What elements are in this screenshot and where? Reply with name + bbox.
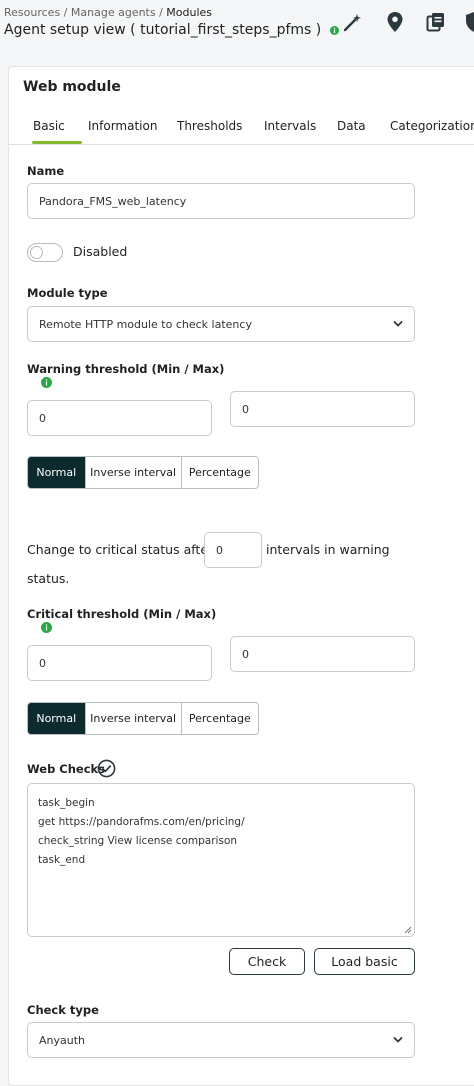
web-checks-textarea[interactable]: task_begin get https://pandorafms.com/en…: [27, 783, 415, 937]
web-checks-line: check_string View license comparison: [38, 835, 238, 847]
module-type-value: Remote HTTP module to check latency: [39, 317, 252, 331]
page-header: Resources / Manage agents / Modules Agen…: [0, 0, 474, 60]
warning-max-input[interactable]: 0: [230, 391, 415, 427]
tab-information[interactable]: Information: [88, 119, 157, 133]
tab-data[interactable]: Data: [337, 119, 366, 133]
breadcrumb: Resources / Manage agents / Modules: [4, 6, 212, 19]
module-type-select[interactable]: Remote HTTP module to check latency: [27, 306, 415, 342]
web-checks-line: task_end: [38, 854, 86, 866]
status-ok-icon: [329, 25, 339, 35]
resize-grip-icon[interactable]: [403, 925, 412, 934]
tab-categorization[interactable]: Categorization: [390, 119, 474, 133]
copy-icon[interactable]: [424, 10, 448, 34]
critical-threshold-label: Critical threshold (Min / Max): [27, 607, 217, 621]
tab-basic[interactable]: Basic: [33, 119, 65, 133]
check-type-label: Check type: [27, 1003, 99, 1017]
critical-max-input[interactable]: 0: [230, 636, 415, 672]
warning-min-input[interactable]: 0: [27, 400, 212, 436]
web-checks-line: get https://pandorafms.com/en/pricing/: [38, 816, 245, 828]
tab-bar: Basic Information Thresholds Intervals D…: [9, 111, 474, 145]
critical-mode-inverse-interval[interactable]: Inverse interval: [86, 703, 182, 734]
page-title-text: Agent setup view ( tutorial_first_steps_…: [4, 22, 322, 38]
panel-title: Web module: [23, 79, 121, 95]
critical-change-suffix: intervals in warning: [266, 542, 390, 557]
warning-mode-percentage[interactable]: Percentage: [182, 457, 258, 488]
critical-change-prefix: Change to critical status after: [27, 542, 214, 557]
disabled-label: Disabled: [73, 244, 128, 259]
info-icon[interactable]: [41, 622, 52, 633]
tab-intervals[interactable]: Intervals: [264, 119, 316, 133]
name-input[interactable]: Pandora_FMS_web_latency: [27, 183, 415, 219]
chevron-down-icon: [393, 321, 403, 327]
load-basic-button[interactable]: Load basic: [314, 948, 415, 975]
critical-change-suffix-2: status.: [27, 571, 70, 586]
critical-mode-selector: Normal Inverse interval Percentage: [27, 702, 259, 735]
breadcrumb-resources[interactable]: Resources: [4, 6, 60, 19]
info-icon[interactable]: [41, 377, 52, 388]
warning-mode-normal[interactable]: Normal: [28, 457, 86, 488]
tab-thresholds[interactable]: Thresholds: [177, 119, 242, 133]
shield-icon[interactable]: [462, 10, 474, 34]
check-circle-icon: [97, 759, 116, 778]
name-label: Name: [27, 164, 65, 178]
web-checks-line: task_begin: [38, 797, 95, 809]
critical-change-interval-input[interactable]: 0: [204, 532, 262, 568]
check-type-value: Anyauth: [39, 1033, 86, 1047]
warning-threshold-label: Warning threshold (Min / Max): [27, 362, 225, 376]
breadcrumb-separator: /: [155, 6, 167, 19]
disabled-toggle[interactable]: [27, 243, 63, 262]
breadcrumb-manage-agents[interactable]: Manage agents: [71, 6, 156, 19]
warning-mode-selector: Normal Inverse interval Percentage: [27, 456, 259, 489]
warning-mode-inverse-interval[interactable]: Inverse interval: [86, 457, 182, 488]
critical-min-input[interactable]: 0: [27, 645, 212, 681]
web-checks-label: Web Checks: [27, 762, 106, 776]
page-title: Agent setup view ( tutorial_first_steps_…: [4, 22, 339, 38]
active-tab-indicator: [32, 141, 82, 144]
check-type-select[interactable]: Anyauth: [27, 1022, 415, 1058]
location-pin-icon[interactable]: [383, 10, 407, 34]
module-type-label: Module type: [27, 286, 108, 300]
chevron-down-icon: [393, 1037, 403, 1043]
critical-mode-percentage[interactable]: Percentage: [182, 703, 258, 734]
wand-icon[interactable]: [341, 10, 365, 34]
critical-mode-normal[interactable]: Normal: [28, 703, 86, 734]
toggle-knob: [30, 246, 43, 259]
breadcrumb-separator: /: [60, 6, 71, 19]
breadcrumb-modules: Modules: [166, 6, 213, 19]
check-button[interactable]: Check: [229, 948, 305, 975]
